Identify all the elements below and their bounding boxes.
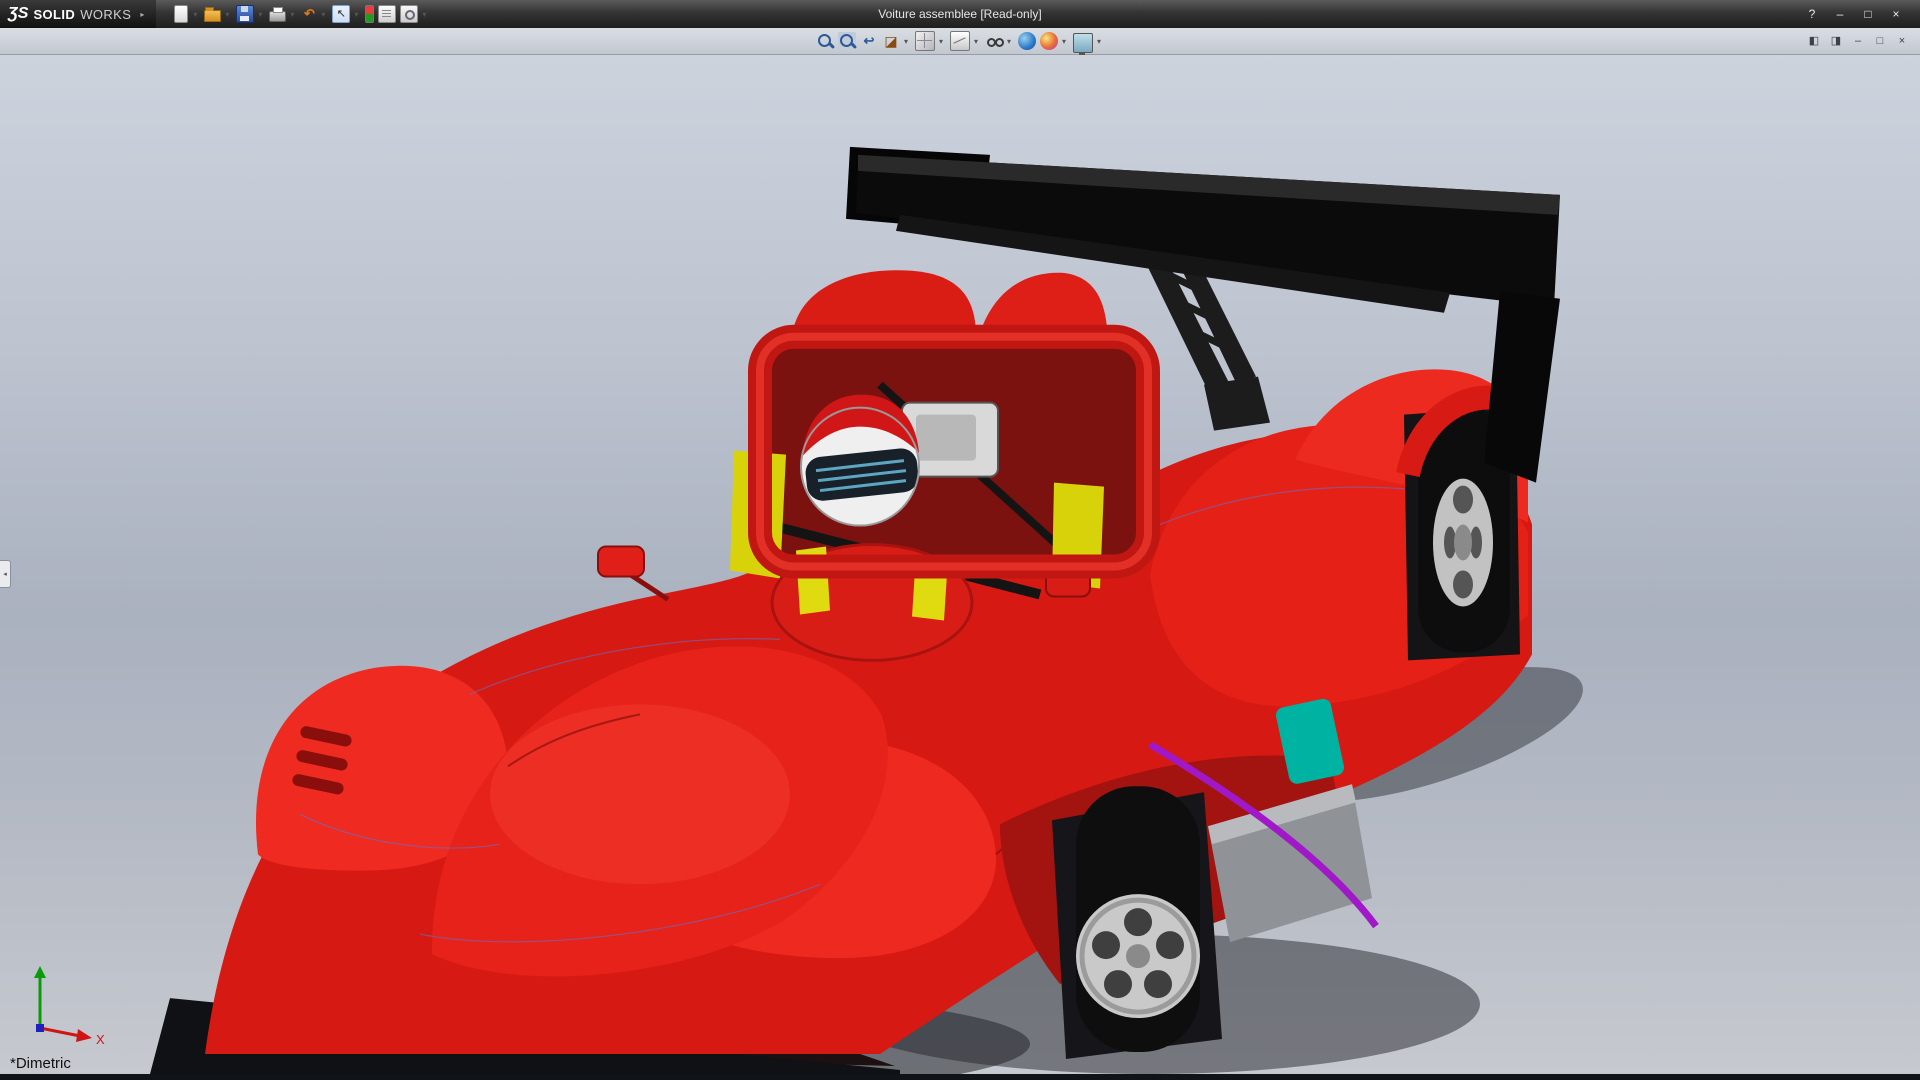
options-icon[interactable] — [400, 5, 418, 23]
brand-name-bold: SOLID — [33, 7, 75, 22]
hide-show-items-dropdown[interactable]: ▾ — [1007, 37, 1011, 46]
close-icon[interactable]: × — [1886, 6, 1906, 22]
driver-helmet — [801, 395, 920, 526]
orientation-triad: X — [10, 958, 110, 1048]
title-bar: ƷS SOLIDWORKS ▸ ▾▾▾▾↶▾↖▾▾ Voiture assemb… — [0, 0, 1920, 28]
help-icon[interactable]: ? — [1802, 6, 1822, 22]
zoom-to-fit-icon[interactable] — [816, 32, 834, 50]
new-document-dropdown[interactable]: ▾ — [193, 10, 197, 19]
car-3d-model[interactable] — [0, 55, 1920, 1074]
section-view-dropdown[interactable]: ▾ — [904, 37, 908, 46]
x-axis-label: X — [96, 1032, 105, 1047]
close-document-icon[interactable]: × — [1894, 34, 1910, 48]
display-pane-icon[interactable]: ◨ — [1828, 34, 1844, 48]
featuremanager-collapsed-tab[interactable]: ◂ — [0, 560, 11, 588]
window-controls: ?–□ × — [1802, 6, 1920, 22]
print-dropdown[interactable]: ▾ — [290, 10, 294, 19]
featuremanager-pane-icon[interactable]: ◧ — [1806, 34, 1822, 48]
front-right-wheel[interactable] — [1052, 786, 1222, 1059]
solidworks-window: ƷS SOLIDWORKS ▸ ▾▾▾▾↶▾↖▾▾ Voiture assemb… — [0, 0, 1920, 1080]
view-orientation-dropdown[interactable]: ▾ — [939, 37, 943, 46]
taskbar-edge — [0, 1074, 1920, 1080]
hide-show-items-icon[interactable] — [985, 32, 1003, 50]
previous-view-icon[interactable]: ↩ — [860, 32, 878, 50]
print-icon[interactable] — [269, 11, 286, 22]
open-document-icon[interactable] — [204, 10, 221, 22]
brand-name-light: WORKS — [80, 7, 131, 22]
file-properties-icon[interactable] — [378, 5, 396, 23]
view-orientation-label: *Dimetric — [10, 1055, 71, 1072]
select-icon[interactable]: ↖ — [332, 5, 350, 23]
edit-appearance-icon[interactable] — [1040, 32, 1058, 50]
section-view-icon[interactable]: ◪ — [882, 32, 900, 50]
heads-up-toolbar-row: ↩◪ ▾ ▾ ▾ ▾ ▾ ▾ ◧ ◨–□ × — [0, 28, 1920, 55]
rebuild-icon[interactable] — [365, 5, 374, 23]
file-toolbar: ▾ ▾ ▾ ▾ ↶ ▾ ↖ ▾ ▾ — [156, 5, 430, 23]
maximize-icon[interactable]: □ — [1858, 6, 1878, 22]
collapse-arrow-icon: ◂ — [3, 570, 7, 578]
options-dropdown[interactable]: ▾ — [422, 10, 426, 19]
display-style-icon[interactable] — [950, 31, 970, 51]
view-settings-dropdown[interactable]: ▾ — [1097, 37, 1101, 46]
heads-up-view-toolbar: ↩◪ ▾ ▾ ▾ ▾ ▾ ▾ — [815, 30, 1105, 53]
graphics-viewport[interactable]: ◂ X *Dimetric — [0, 55, 1920, 1074]
apply-scene-icon[interactable] — [1018, 32, 1036, 50]
new-document-icon[interactable] — [174, 5, 188, 23]
view-orientation-icon[interactable] — [915, 31, 935, 51]
select-dropdown[interactable]: ▾ — [354, 10, 358, 19]
undo-icon[interactable]: ↶ — [301, 6, 317, 22]
undo-dropdown[interactable]: ▾ — [321, 10, 325, 19]
3ds-logo-icon: ƷS — [8, 5, 28, 23]
display-style-dropdown[interactable]: ▾ — [974, 37, 978, 46]
minimize-icon[interactable]: – — [1830, 6, 1850, 22]
restore-document-icon[interactable]: □ — [1872, 34, 1888, 48]
solidworks-logo: ƷS SOLID WORKS ▸ — [0, 0, 156, 28]
open-document-dropdown[interactable]: ▾ — [225, 10, 229, 19]
view-settings-icon[interactable] — [1073, 33, 1093, 53]
document-window-controls: ◧ ◨–□ × — [1806, 28, 1910, 54]
minimize-document-icon[interactable]: – — [1850, 34, 1866, 48]
save-dropdown[interactable]: ▾ — [258, 10, 262, 19]
left-mirror[interactable] — [598, 547, 668, 600]
edit-appearance-dropdown[interactable]: ▾ — [1062, 37, 1066, 46]
save-icon[interactable] — [236, 5, 254, 23]
menu-expand-icon[interactable]: ▸ — [140, 10, 144, 19]
zoom-to-area-icon[interactable] — [838, 32, 856, 50]
